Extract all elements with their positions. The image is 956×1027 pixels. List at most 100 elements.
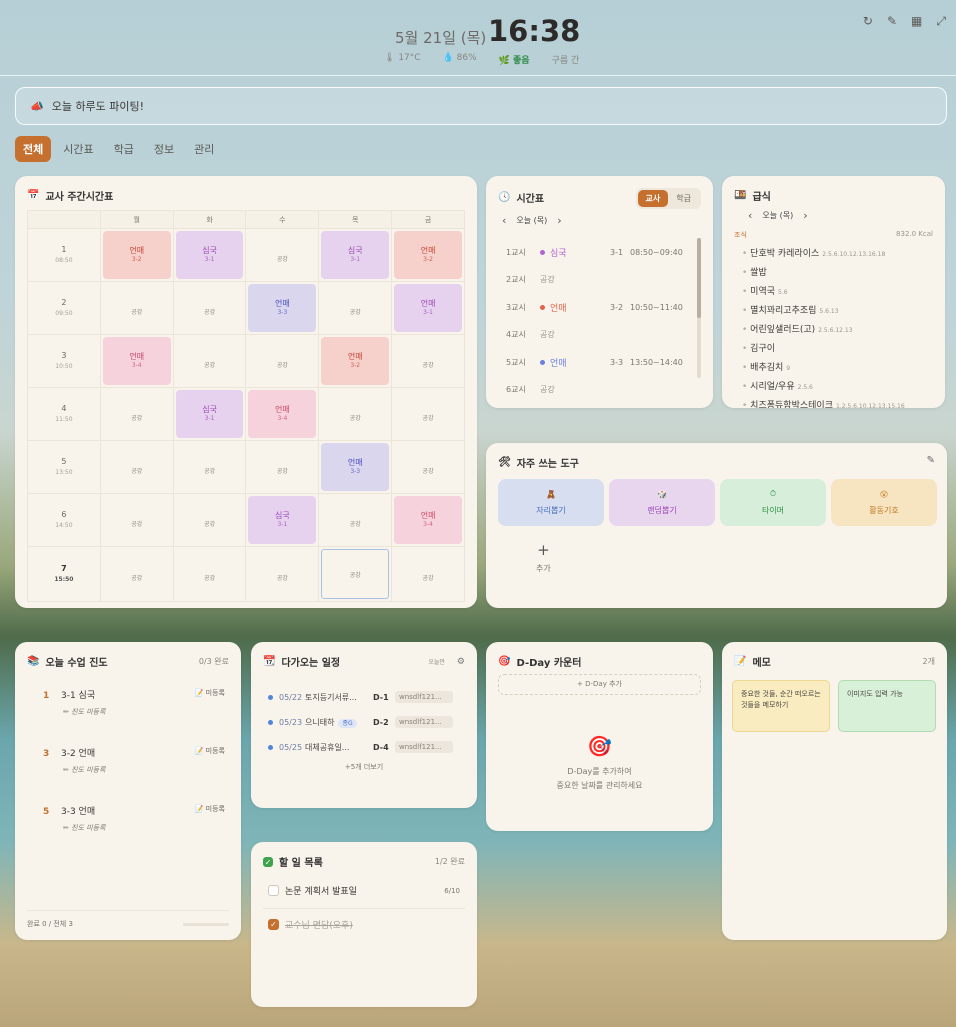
chevron-right-icon[interactable]: › [803, 209, 807, 222]
timetable-cell[interactable]: 언매 3-2 [391, 228, 465, 282]
event-row[interactable]: 05/23 으니태하 종G D-2 wnsdlf121... [268, 716, 463, 728]
tab-timetable[interactable]: 시간표 [55, 136, 101, 162]
fullscreen-icon[interactable]: ⤢ [936, 14, 946, 29]
timetable-cell[interactable]: 공강 [99, 546, 174, 602]
timetable-cell[interactable]: 공강 [391, 334, 465, 388]
chevron-left-icon[interactable]: ‹ [748, 209, 752, 222]
class-block[interactable]: 언매 3-2 [394, 231, 462, 279]
schedule-row[interactable]: 1교시 심국 3-1 08:50~09:40 [506, 246, 688, 259]
timetable-cell[interactable]: 심국 3-1 [172, 387, 247, 441]
timetable-cell[interactable]: 공강 [245, 440, 320, 494]
timetable-cell[interactable]: 언매 3-4 [99, 334, 174, 388]
period-label: 7 15:50 [27, 546, 101, 602]
timetable-cell[interactable]: 공강 [172, 440, 247, 494]
timetable-cell[interactable]: 공강 [245, 546, 320, 602]
class-block[interactable]: 심국 3-1 [175, 231, 244, 279]
current-period-cell[interactable]: 공강 [321, 549, 390, 599]
timetable-cell[interactable]: 공강 [245, 334, 320, 388]
checkbox[interactable] [268, 885, 279, 896]
tool-button[interactable]: 🧸 자리뽑기 [498, 479, 604, 526]
scrollbar[interactable] [697, 238, 701, 378]
timetable-cell[interactable]: 공강 [99, 387, 174, 441]
schedule-row[interactable]: 2교시 공강 [506, 274, 688, 285]
event-row[interactable]: 05/25 대체공휴일... D-4 wnsdlf121... [268, 741, 463, 753]
timetable-cell[interactable]: 공강 [99, 440, 174, 494]
timetable-cell[interactable]: 공강 [318, 493, 393, 547]
timetable-cell[interactable]: 언매 3-3 [318, 440, 393, 494]
tab-class[interactable]: 학급 [106, 136, 142, 162]
toggle-teacher[interactable]: 교사 [637, 190, 669, 207]
class-block[interactable]: 언매 3-4 [102, 337, 171, 385]
class-block[interactable]: 언매 3-2 [321, 337, 390, 385]
status-badge[interactable]: 📝 미등록 [195, 746, 225, 756]
timetable-cell[interactable]: 공강 [172, 546, 247, 602]
timetable-cell[interactable]: 공강 [172, 334, 247, 388]
memo-note[interactable]: 이미지도 입력 가능 [838, 680, 936, 732]
class-block[interactable]: 심국 3-1 [321, 231, 390, 279]
timetable-cell[interactable]: 심국 3-1 [318, 228, 393, 282]
timetable-cell[interactable]: 공강 [99, 493, 174, 547]
timetable-cell[interactable]: 언매 3-4 [391, 493, 465, 547]
timetable-cell[interactable]: 언매 3-3 [245, 281, 320, 335]
timetable-cell[interactable]: 공강 [391, 387, 465, 441]
class-block[interactable]: 언매 3-3 [321, 443, 390, 491]
timetable-cell[interactable]: 언매 3-2 [318, 334, 393, 388]
toggle-class[interactable]: 학급 [668, 190, 699, 207]
tool-button[interactable]: ⏱ 타이머 [720, 479, 826, 526]
timetable-cell[interactable]: 심국 3-1 [245, 493, 320, 547]
progress-row[interactable]: 5 3-3 언매 📝 미등록 ✏ 진도 미등록 [43, 804, 225, 833]
tool-button[interactable]: 🎲 랜덤뽑기 [609, 479, 715, 526]
add-dday-button[interactable]: + D-Day 추가 [498, 674, 701, 695]
event-row[interactable]: 05/22 토지등기서류... D-1 wnsdlf121... [268, 691, 463, 703]
timetable-cell[interactable]: 심국 3-1 [172, 228, 247, 282]
class-block[interactable]: 심국 3-1 [175, 390, 244, 438]
timetable-cell[interactable]: 공강 [245, 228, 320, 282]
timetable-cell[interactable]: 공강 [391, 440, 465, 494]
status-badge[interactable]: 📝 미등록 [195, 688, 225, 698]
tab-info[interactable]: 정보 [146, 136, 182, 162]
timetable-cell[interactable]: 공강 [318, 281, 393, 335]
scrollbar-thumb[interactable] [697, 238, 701, 318]
tool-button[interactable]: 😲 활동기호 [831, 479, 937, 526]
schedule-row[interactable]: 3교시 언매 3-2 10:50~11:40 [506, 301, 688, 314]
class-block[interactable]: 언매 3-4 [248, 390, 317, 438]
timetable-cell[interactable]: 공강 [318, 387, 393, 441]
refresh-icon[interactable]: ↻ [863, 14, 873, 29]
progress-row[interactable]: 1 3-1 심국 📝 미등록 ✏ 진도 미등록 [43, 688, 225, 717]
status-badge[interactable]: 📝 미등록 [195, 804, 225, 814]
class-block[interactable]: 심국 3-1 [248, 496, 317, 544]
timetable-cell[interactable]: 언매 3-1 [391, 281, 465, 335]
timetable-cell[interactable]: 공강 [172, 493, 247, 547]
class-block[interactable]: 언매 3-2 [102, 231, 171, 279]
timetable-cell[interactable]: 공강 [318, 546, 393, 602]
today-only-button[interactable]: 오늘만 [428, 657, 445, 666]
timetable-cell[interactable]: 언매 3-2 [99, 228, 174, 282]
todo-item[interactable]: 논문 계획서 발표일 6/10 [268, 884, 460, 897]
class-block[interactable]: 언매 3-3 [248, 284, 317, 332]
chevron-right-icon[interactable]: › [557, 214, 561, 227]
add-tool-button[interactable]: + 추가 [536, 541, 551, 574]
todo-text: 교수님 면담(오후) [285, 921, 353, 931]
chevron-left-icon[interactable]: ‹ [502, 214, 506, 227]
checkbox[interactable]: ✓ [268, 919, 279, 930]
tab-admin[interactable]: 관리 [186, 136, 222, 162]
more-events-link[interactable]: +5개 더보기 [251, 762, 477, 772]
filter-icon[interactable]: ⚙ [457, 657, 465, 667]
class-block[interactable]: 언매 3-1 [394, 284, 462, 332]
motto-banner[interactable]: 📣 오늘 하루도 파이팅! [15, 87, 947, 125]
class-block[interactable]: 언매 3-4 [394, 496, 462, 544]
progress-row[interactable]: 3 3-2 언매 📝 미등록 ✏ 진도 미등록 [43, 746, 225, 775]
timetable-cell[interactable]: 공강 [99, 281, 174, 335]
memo-note[interactable]: 중요한 것들, 순간 떠오르는 것들을 메모하기 [732, 680, 830, 732]
grid-icon[interactable]: ▦ [911, 14, 922, 29]
timetable-cell[interactable]: 공강 [391, 546, 465, 602]
edit-icon[interactable]: ✎ [927, 455, 935, 466]
timetable-cell[interactable]: 언매 3-4 [245, 387, 320, 441]
todo-item[interactable]: ✓ 교수님 면담(오후) [268, 918, 460, 931]
timetable-cell[interactable]: 공강 [172, 281, 247, 335]
tab-all[interactable]: 전체 [15, 136, 52, 162]
edit-icon[interactable]: ✎ [887, 14, 897, 29]
schedule-row[interactable]: 5교시 언매 3-3 13:50~14:40 [506, 356, 688, 369]
schedule-row[interactable]: 6교시 공강 [506, 384, 688, 395]
schedule-row[interactable]: 4교시 공강 [506, 329, 688, 340]
